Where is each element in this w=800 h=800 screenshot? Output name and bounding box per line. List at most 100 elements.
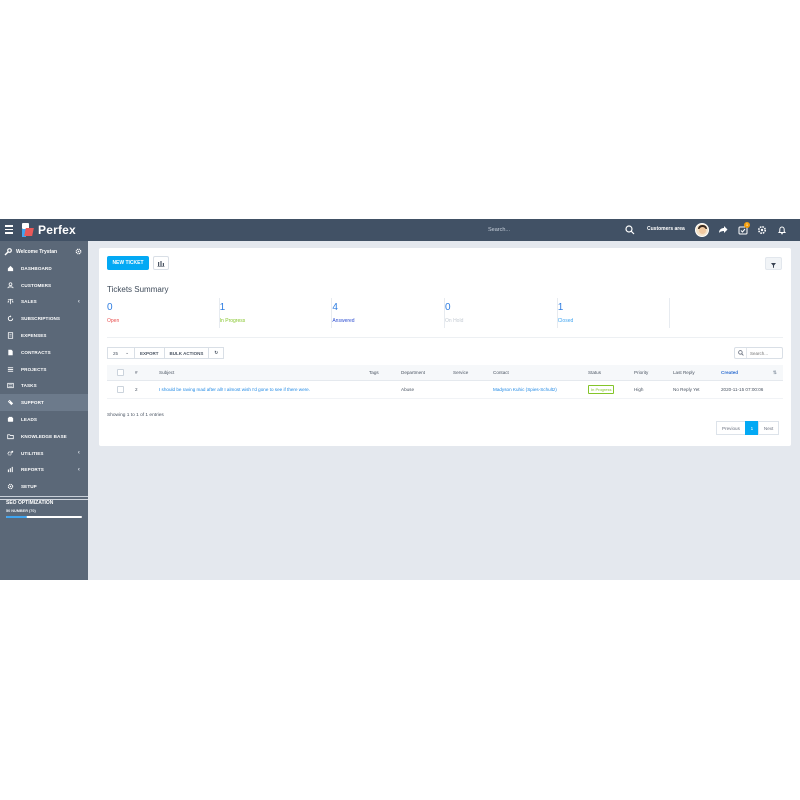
- col-created[interactable]: Created ⇅: [719, 365, 783, 381]
- gear-icon[interactable]: [757, 225, 767, 235]
- seo-progress-fill: [6, 516, 28, 518]
- sidebar-item-label: TASKS: [21, 383, 37, 389]
- sidebar: Welcome Trystan DASHBOARD CUSTOMERS SALES ‹…: [0, 241, 88, 580]
- col-tags[interactable]: Tags: [367, 365, 399, 381]
- cell-service: [451, 380, 491, 399]
- chevron-left-icon[interactable]: ‹: [78, 467, 80, 473]
- tickets-summary-title: Tickets Summary: [107, 285, 169, 294]
- stat-on-hold[interactable]: 0 On Hold: [445, 298, 558, 328]
- bars-icon: [7, 366, 14, 372]
- bulk-actions-button[interactable]: BULK ACTIONS: [163, 347, 210, 359]
- sidebar-item-leads[interactable]: LEADS: [0, 411, 88, 428]
- new-ticket-button[interactable]: NEW TICKET: [107, 256, 149, 270]
- sidebar-item-subscriptions[interactable]: SUBSCRIPTIONS: [0, 310, 88, 327]
- cell-contact[interactable]: Madyson Kuhic (Spies-Schultz): [491, 380, 586, 399]
- sidebar-item-label: CONTRACTS: [21, 349, 51, 355]
- home-icon: [7, 265, 14, 272]
- col-last-reply[interactable]: Last Reply: [671, 365, 719, 381]
- seo-widget[interactable]: SEO OPTIMIZATION 50 NUMBER (70): [0, 496, 88, 521]
- tickets-panel: NEW TICKET Tickets Summary 0 Open 1 In Prog…: [99, 248, 791, 446]
- chart-toggle-button[interactable]: [153, 256, 169, 270]
- sidebar-item-projects[interactable]: PROJECTS: [0, 361, 88, 378]
- page-size-select[interactable]: 25 ⌄: [107, 347, 135, 359]
- stat-count: 0: [445, 302, 451, 313]
- stat-label: Open: [107, 318, 120, 324]
- cell-status: In Progress: [586, 380, 632, 399]
- divider: [107, 337, 783, 338]
- col-priority[interactable]: Priority: [632, 365, 671, 381]
- sidebar-item-utilities[interactable]: UTILITIES ‹: [0, 445, 88, 462]
- sidebar-item-tasks[interactable]: TASKS: [0, 378, 88, 395]
- col-service[interactable]: Service: [451, 365, 491, 381]
- global-search-input[interactable]: [482, 223, 638, 237]
- customers-area-link[interactable]: Customers area: [647, 226, 685, 232]
- stat-open[interactable]: 0 Open: [107, 298, 220, 328]
- next-page-button[interactable]: Next: [757, 421, 780, 435]
- row-checkbox-cell: [107, 380, 133, 399]
- stat-in-progress[interactable]: 1 In Progress: [220, 298, 333, 328]
- stat-answered[interactable]: 4 Answered: [332, 298, 446, 328]
- export-button[interactable]: EXPORT: [134, 347, 165, 359]
- col-number[interactable]: #: [133, 365, 157, 381]
- current-page-button[interactable]: 1: [744, 421, 759, 435]
- table-tools: 25 ⌄ EXPORT BULK ACTIONS ↻: [107, 347, 225, 359]
- hamburger-icon[interactable]: [5, 225, 13, 234]
- sidebar-item-contracts[interactable]: CONTRACTS: [0, 344, 88, 361]
- cell-subject[interactable]: I should be raving mad after all! I almo…: [157, 380, 367, 399]
- wrench-icon: [4, 248, 12, 256]
- search-icon: [735, 348, 747, 358]
- stat-closed[interactable]: 1 Closed: [558, 298, 671, 328]
- gear-icon[interactable]: [75, 248, 82, 255]
- stat-count: 1: [557, 302, 564, 313]
- sidebar-item-dashboard[interactable]: DASHBOARD: [0, 260, 88, 277]
- chevron-down-icon: ⌄: [125, 350, 129, 355]
- sidebar-item-label: CUSTOMERS: [21, 282, 52, 288]
- logo-icon: [22, 223, 34, 237]
- search-icon[interactable]: [625, 225, 635, 235]
- table-row[interactable]: 2I should be raving mad after all! I alm…: [107, 380, 783, 399]
- col-subject[interactable]: Subject: [157, 365, 367, 381]
- stat-count: 4: [332, 302, 338, 313]
- share-icon[interactable]: [718, 225, 728, 235]
- col-status[interactable]: Status: [586, 365, 632, 381]
- table-search-input[interactable]: [747, 350, 781, 356]
- chevron-left-icon[interactable]: ‹: [78, 450, 80, 456]
- sidebar-item-label: UTILITIES: [21, 450, 44, 456]
- welcome-user[interactable]: Welcome Trystan: [4, 247, 86, 257]
- sidebar-item-label: SETUP: [21, 484, 37, 490]
- sidebar-item-expenses[interactable]: EXPENSES: [0, 327, 88, 344]
- filter-icon: [771, 263, 776, 268]
- status-badge: In Progress: [588, 384, 615, 394]
- avatar[interactable]: [695, 223, 709, 237]
- sidebar-item-sales[interactable]: SALES ‹: [0, 294, 88, 311]
- sidebar-item-customers[interactable]: CUSTOMERS: [0, 277, 88, 294]
- bell-icon[interactable]: [777, 225, 787, 235]
- sidebar-item-label: SUPPORT: [21, 400, 44, 406]
- stat-empty: [670, 298, 783, 328]
- previous-page-button[interactable]: Previous: [716, 421, 746, 435]
- stat-count: 1: [219, 302, 226, 313]
- showing-entries-text: Showing 1 to 1 of 1 entries: [107, 413, 164, 418]
- brand-name: Perfex: [38, 223, 76, 237]
- col-contact[interactable]: Contact: [491, 365, 586, 381]
- filter-button[interactable]: [765, 257, 782, 270]
- select-all-checkbox[interactable]: [117, 368, 124, 376]
- sidebar-item-reports[interactable]: REPORTS ‹: [0, 462, 88, 479]
- reload-button[interactable]: ↻: [208, 347, 225, 359]
- seo-title: SEO OPTIMIZATION: [6, 500, 54, 506]
- sidebar-item-label: LEADS: [21, 417, 38, 423]
- sidebar-item-setup[interactable]: SETUP: [0, 478, 88, 495]
- logo[interactable]: Perfex: [22, 222, 76, 238]
- sidebar-item-support[interactable]: SUPPORT: [0, 394, 88, 412]
- folder-icon: [7, 434, 14, 439]
- cogs-icon: [7, 450, 14, 456]
- sidebar-item-label: SUBSCRIPTIONS: [21, 316, 61, 322]
- row-checkbox[interactable]: [117, 385, 124, 393]
- sidebar-item-knowledge-base[interactable]: KNOWLEDGE BASE: [0, 428, 88, 445]
- refresh-icon: ↻: [214, 350, 219, 355]
- stat-label: Closed: [557, 318, 574, 324]
- cell-last-reply: No Reply Yet: [671, 380, 719, 399]
- col-department[interactable]: Department: [399, 365, 451, 381]
- sidebar-item-label: KNOWLEDGE BASE: [21, 433, 67, 439]
- chevron-left-icon[interactable]: ‹: [78, 299, 80, 305]
